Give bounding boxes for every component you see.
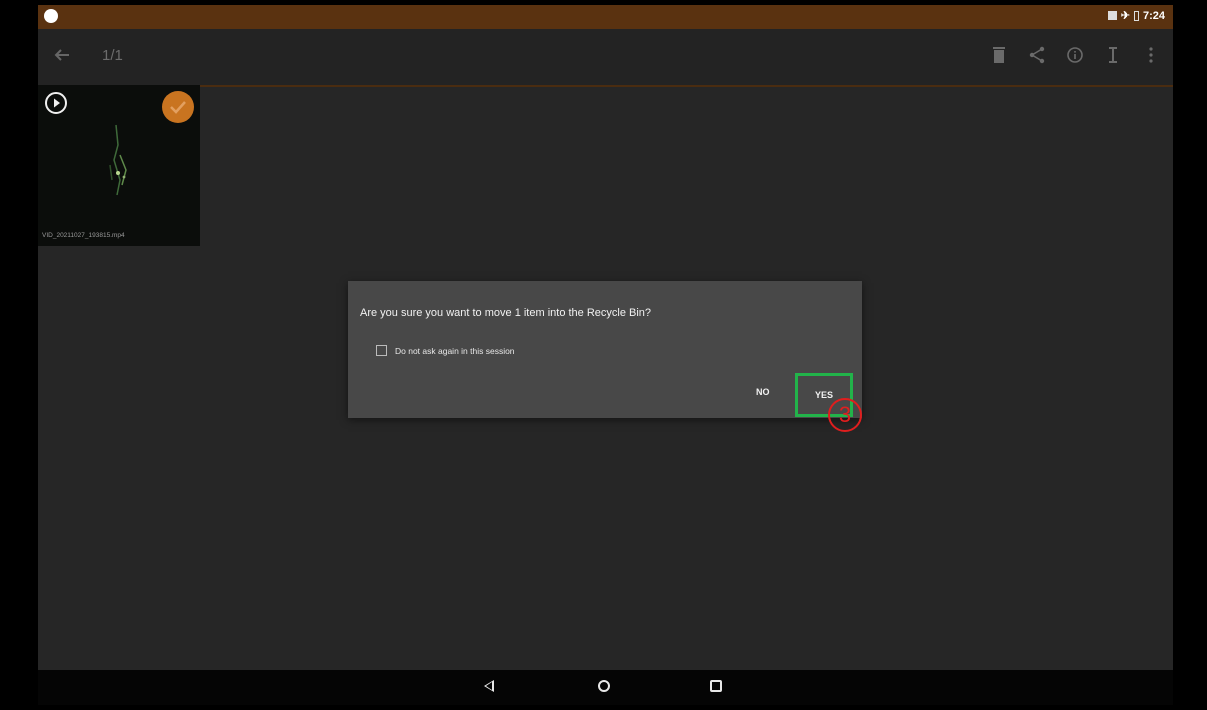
dont-ask-row[interactable]: Do not ask again in this session [376,345,515,356]
navigation-bar [38,670,1173,705]
nav-recents-icon[interactable] [710,680,722,692]
status-bar: ✈ 7:24 [38,5,1173,29]
nav-back-icon[interactable] [484,680,494,692]
dialog-message: Are you sure you want to move 1 item int… [360,307,652,319]
no-button[interactable]: NO [756,387,770,397]
toolbar-actions [989,43,1161,67]
sim-icon [1107,11,1117,20]
battery-icon [1133,10,1139,21]
yes-button-label: YES [814,390,833,400]
delete-icon[interactable] [989,43,1009,67]
selection-counter: 1/1 [102,47,123,64]
video-thumbnail[interactable]: VID_20211027_193815.mp4 [38,85,200,246]
nav-home-icon[interactable] [598,680,610,692]
resize-icon[interactable] [1103,43,1123,67]
thumbnail-filename: VID_20211027_193815.mp4 [42,232,125,239]
back-arrow-icon[interactable] [52,45,72,65]
status-time: 7:24 [1142,9,1165,22]
toolbar: 1/1 [38,29,1173,87]
status-icons: ✈ 7:24 [1107,9,1165,22]
screen: ✈ 7:24 1/1 VID_20211027_193815.mp4 Are y… [38,5,1173,705]
play-icon [44,91,68,115]
confirm-dialog: Are you sure you want to move 1 item int… [348,281,862,418]
dont-ask-label[interactable]: Do not ask again in this session [395,346,515,356]
info-icon[interactable] [1065,43,1085,67]
more-icon[interactable] [1141,43,1161,67]
dont-ask-checkbox[interactable] [376,345,387,356]
share-icon[interactable] [1027,43,1047,67]
check-icon[interactable] [162,91,194,123]
airplane-icon: ✈ [1120,10,1130,22]
notification-icon [44,9,58,23]
step-marker: 3 [828,398,862,432]
